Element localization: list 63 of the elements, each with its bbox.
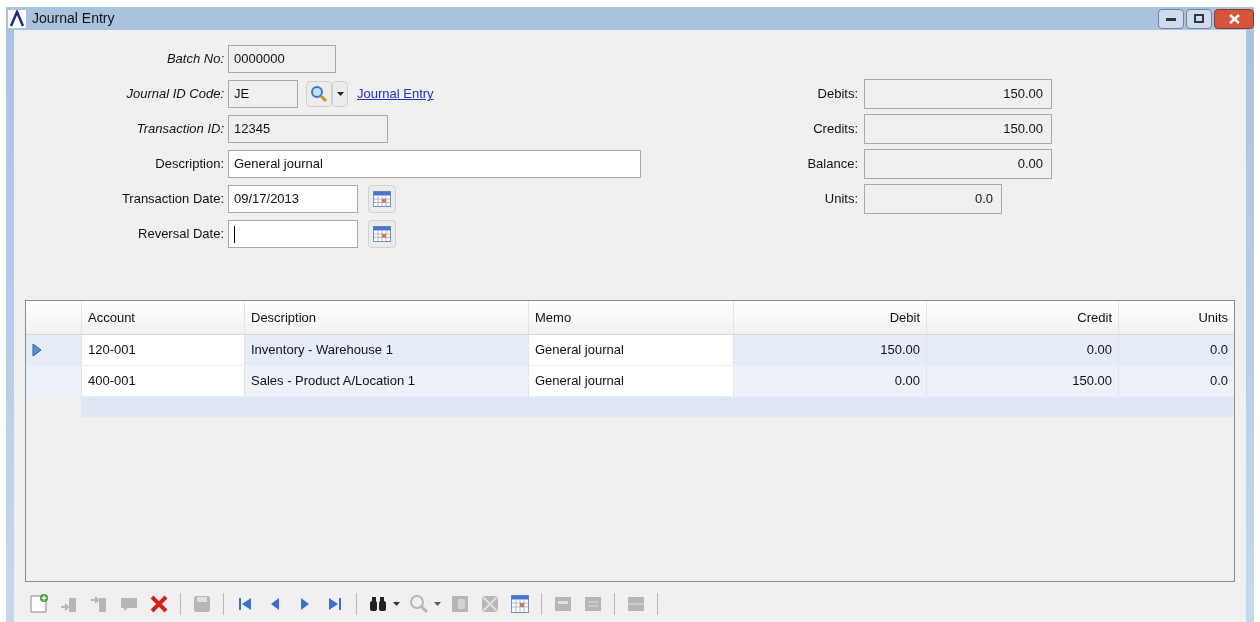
input-field[interactable]: 0000000 <box>228 45 336 73</box>
new-document-icon <box>28 593 50 615</box>
field-label: Transaction ID: <box>135 120 225 139</box>
expand-icon <box>479 593 501 615</box>
input-field[interactable]: 12345 <box>228 115 388 143</box>
input-field[interactable]: 09/17/2013 <box>228 185 358 213</box>
calendar-icon <box>509 593 531 615</box>
caret-icon <box>336 92 344 96</box>
table-cell: 120-001 <box>81 335 244 365</box>
close-button[interactable] <box>1214 8 1254 29</box>
total-label: Credits: <box>812 120 859 139</box>
total-label: Balance: <box>806 155 859 174</box>
field-label: Batch No: <box>165 50 225 69</box>
field-label: Transaction Date: <box>120 190 225 209</box>
close-icon <box>1228 13 1240 24</box>
calendar-button[interactable] <box>368 185 396 213</box>
table-cell: 0.00 <box>733 366 926 396</box>
table-cell: 0.0 <box>1118 335 1234 365</box>
field-label: Journal ID Code: <box>125 85 225 104</box>
total-field: 150.00 <box>864 79 1052 109</box>
input-field[interactable] <box>228 220 358 248</box>
calendar-icon <box>373 226 391 242</box>
panel-icon <box>449 593 471 615</box>
minimize-icon <box>1166 16 1176 21</box>
table-cell: 150.00 <box>926 366 1118 396</box>
table-cell: General journal <box>528 366 733 396</box>
table-row[interactable]: 120-001 Inventory - Warehouse 1 General journal 150.00 0.00 0.0 <box>26 335 1234 366</box>
input-field[interactable]: JE <box>228 80 298 108</box>
total-field: 0.00 <box>864 149 1052 179</box>
total-label: Units: <box>823 190 859 209</box>
table-cell: 150.00 <box>733 335 926 365</box>
column-header[interactable]: Units <box>1118 301 1234 334</box>
minimize-button[interactable] <box>1158 8 1184 29</box>
dropdown-button[interactable] <box>332 81 348 107</box>
column-header[interactable]: Credit <box>926 301 1118 334</box>
current-row-icon <box>32 343 42 357</box>
column-header[interactable]: Description <box>244 301 528 334</box>
calendar-icon <box>373 191 391 207</box>
table-cell: General journal <box>528 335 733 365</box>
app-logo-icon <box>8 9 26 28</box>
column-header[interactable]: Debit <box>733 301 926 334</box>
total-label: Debits: <box>816 85 859 104</box>
total-field: 150.00 <box>864 114 1052 144</box>
field-label: Reversal Date: <box>137 225 225 244</box>
table-cell: 400-001 <box>81 366 244 396</box>
lookup-button[interactable] <box>306 81 332 107</box>
input-field[interactable]: General journal <box>228 150 641 178</box>
table-row[interactable]: 400-001 Sales - Product A/Location 1 General journal 0.00 150.00 0.0 <box>26 366 1234 397</box>
field-label: Description: <box>154 155 225 174</box>
save-icon <box>191 593 213 615</box>
total-field: 0.0 <box>864 184 1002 214</box>
column-header[interactable]: Memo <box>528 301 733 334</box>
table-cell: 0.0 <box>1118 366 1234 396</box>
window-title: Journal Entry <box>32 9 115 28</box>
search-icon <box>310 85 328 103</box>
delete-icon <box>148 593 170 615</box>
maximize-button[interactable] <box>1186 8 1212 29</box>
journal-link[interactable]: Journal Entry <box>357 84 434 104</box>
search-icon <box>408 593 430 615</box>
column-header[interactable]: Account <box>81 301 244 334</box>
table-cell: 0.00 <box>926 335 1118 365</box>
restore-icon <box>1194 14 1204 23</box>
calendar-button[interactable] <box>368 220 396 248</box>
